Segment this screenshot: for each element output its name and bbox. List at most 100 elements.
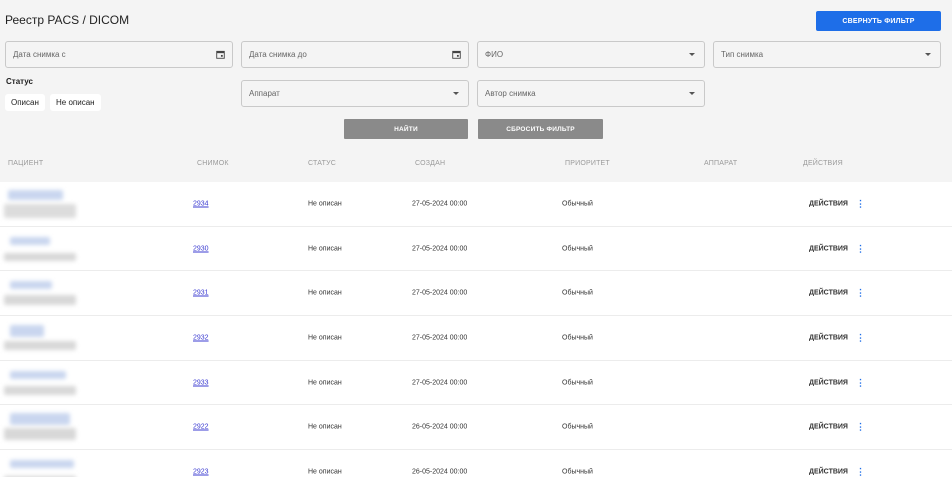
image-link[interactable]: 2922 <box>193 424 209 431</box>
page-title: Реестр PACS / DICOM <box>5 13 130 27</box>
priority-cell: Обычный <box>562 200 593 208</box>
chevron-down-icon <box>451 89 461 99</box>
image-link[interactable]: 2923 <box>193 468 209 475</box>
author-placeholder: Автор снимка <box>485 89 536 98</box>
fio-select[interactable]: ФИО <box>477 41 705 68</box>
find-button[interactable]: Найти <box>344 119 468 139</box>
reset-filter-button[interactable]: Сбросить фильтр <box>478 119 603 139</box>
actions-menu[interactable]: ДЕЙСТВИЯ ⋮ <box>809 288 865 298</box>
status-cell: Не описан <box>308 289 342 297</box>
created-cell: 26-05-2024 00:00 <box>412 423 468 431</box>
actions-menu[interactable]: ДЕЙСТВИЯ ⋮ <box>809 333 865 342</box>
status-cell: Не описан <box>308 423 342 431</box>
more-vert-icon[interactable]: ⋮ <box>856 378 865 387</box>
header-status[interactable]: Статус <box>308 160 336 167</box>
patient-name-redacted <box>4 252 76 261</box>
priority-cell: Обычный <box>562 468 593 476</box>
table-row[interactable]: 2930 Не описан 27-05-2024 00:00 Обычный … <box>0 226 952 272</box>
more-vert-icon[interactable]: ⋮ <box>856 199 865 208</box>
priority-cell: Обычный <box>562 379 593 387</box>
image-type-select[interactable]: Тип снимка <box>713 41 941 68</box>
status-cell: Не описан <box>308 468 342 476</box>
more-vert-icon[interactable]: ⋮ <box>856 467 865 476</box>
patient-name-redacted <box>4 341 76 351</box>
created-cell: 27-05-2024 00:00 <box>412 200 468 208</box>
table-row[interactable]: 2931 Не описан 27-05-2024 00:00 Обычный … <box>0 271 952 317</box>
patient-name-redacted <box>10 325 44 338</box>
patient-name-redacted <box>4 295 76 306</box>
patient-name-redacted <box>10 281 52 290</box>
date-to-field[interactable]: Дата снимка до <box>241 41 469 68</box>
patient-name-redacted <box>10 460 74 469</box>
actions-menu[interactable]: ДЕЙСТВИЯ ⋮ <box>809 422 865 432</box>
device-select[interactable]: Аппарат <box>241 80 469 107</box>
header-patient[interactable]: Пациент <box>8 160 43 167</box>
created-cell: 27-05-2024 00:00 <box>412 245 468 253</box>
status-chip-described[interactable]: Описан <box>5 94 45 111</box>
actions-label: ДЕЙСТВИЯ <box>809 245 848 253</box>
created-cell: 27-05-2024 00:00 <box>412 334 468 342</box>
actions-menu[interactable]: ДЕЙСТВИЯ ⋮ <box>809 199 865 208</box>
actions-label: ДЕЙСТВИЯ <box>809 334 848 342</box>
date-from-placeholder: Дата снимка с <box>13 50 66 59</box>
actions-label: ДЕЙСТВИЯ <box>809 379 848 387</box>
table-row[interactable]: 2934 Не описан 27-05-2024 00:00 Обычный … <box>0 182 952 227</box>
date-to-placeholder: Дата снимка до <box>249 50 307 59</box>
chevron-down-icon <box>923 50 933 60</box>
table-header: Пациент Снимок Статус Создан Приоритет А… <box>0 160 952 170</box>
patient-name-redacted <box>4 204 76 218</box>
more-vert-icon[interactable]: ⋮ <box>856 288 865 298</box>
chevron-down-icon <box>687 50 697 60</box>
actions-label: ДЕЙСТВИЯ <box>809 200 848 208</box>
header-image[interactable]: Снимок <box>197 160 229 167</box>
patient-name-redacted <box>10 236 50 245</box>
fio-placeholder: ФИО <box>485 50 504 59</box>
actions-label: ДЕЙСТВИЯ <box>809 289 848 297</box>
table-row[interactable]: 2932 Не описан 27-05-2024 00:00 Обычный … <box>0 316 952 361</box>
priority-cell: Обычный <box>562 245 593 253</box>
created-cell: 26-05-2024 00:00 <box>412 468 468 476</box>
patient-name-redacted <box>4 385 76 395</box>
table-row[interactable]: 2923 Не описан 26-05-2024 00:00 Обычный … <box>0 450 952 477</box>
more-vert-icon[interactable]: ⋮ <box>856 422 865 432</box>
created-cell: 27-05-2024 00:00 <box>412 289 468 297</box>
priority-cell: Обычный <box>562 423 593 431</box>
header-priority[interactable]: Приоритет <box>565 160 610 167</box>
priority-cell: Обычный <box>562 334 593 342</box>
table-row[interactable]: 2922 Не описан 26-05-2024 00:00 Обычный … <box>0 405 952 451</box>
collapse-filter-button[interactable]: Свернуть фильтр <box>816 11 941 31</box>
status-cell: Не описан <box>308 245 342 253</box>
header-created[interactable]: Создан <box>415 160 445 167</box>
status-cell: Не описан <box>308 334 342 342</box>
status-cell: Не описан <box>308 200 342 208</box>
patient-name-redacted <box>4 428 76 441</box>
image-link[interactable]: 2931 <box>193 290 209 297</box>
image-type-placeholder: Тип снимка <box>721 50 764 59</box>
status-cell: Не описан <box>308 379 342 387</box>
more-vert-icon[interactable]: ⋮ <box>856 244 865 253</box>
more-vert-icon[interactable]: ⋮ <box>856 333 865 342</box>
patient-name-redacted <box>8 190 63 200</box>
status-chip-not-described[interactable]: Не описан <box>50 94 101 111</box>
calendar-icon[interactable] <box>451 50 461 60</box>
device-placeholder: Аппарат <box>249 89 280 98</box>
priority-cell: Обычный <box>562 289 593 297</box>
author-select[interactable]: Автор снимка <box>477 80 705 107</box>
table-body: 2934 Не описан 27-05-2024 00:00 Обычный … <box>0 182 952 477</box>
calendar-icon[interactable] <box>215 50 225 60</box>
table-row[interactable]: 2933 Не описан 27-05-2024 00:00 Обычный … <box>0 360 952 406</box>
image-link[interactable]: 2934 <box>193 200 209 207</box>
actions-label: ДЕЙСТВИЯ <box>809 468 848 476</box>
actions-menu[interactable]: ДЕЙСТВИЯ ⋮ <box>809 244 865 253</box>
actions-menu[interactable]: ДЕЙСТВИЯ ⋮ <box>809 378 865 387</box>
header-actions: Действия <box>803 160 843 167</box>
patient-name-redacted <box>10 370 66 379</box>
date-from-field[interactable]: Дата снимка с <box>5 41 233 68</box>
actions-menu[interactable]: ДЕЙСТВИЯ ⋮ <box>809 467 865 476</box>
header-device[interactable]: Аппарат <box>704 160 737 167</box>
image-link[interactable]: 2933 <box>193 379 209 386</box>
image-link[interactable]: 2932 <box>193 334 209 341</box>
patient-name-redacted <box>10 413 70 426</box>
status-label: Статус <box>6 77 33 86</box>
image-link[interactable]: 2930 <box>193 245 209 252</box>
